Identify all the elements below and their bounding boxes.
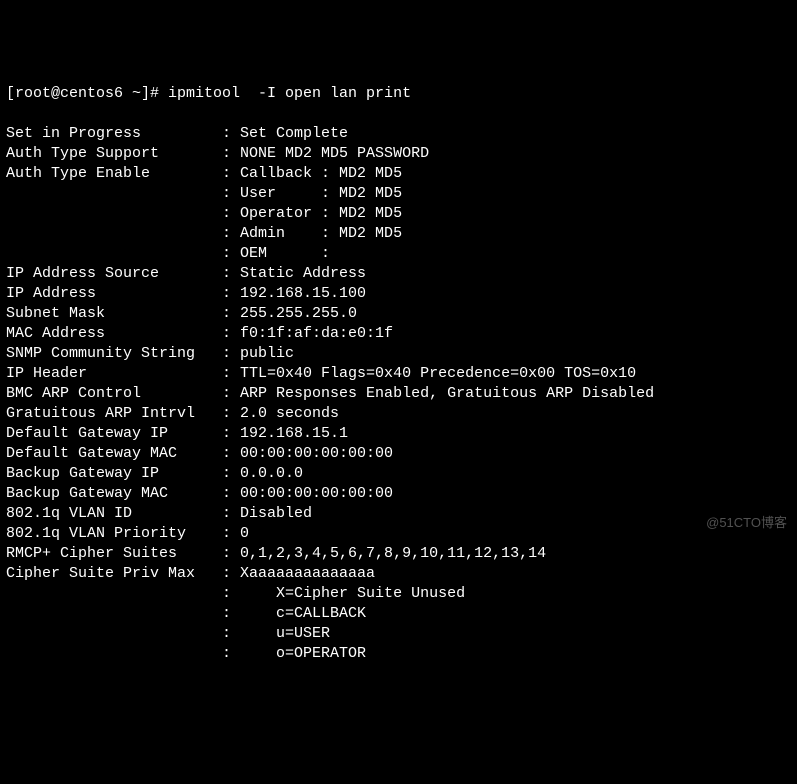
output-line: 802.1q VLAN Priority : 0 — [6, 524, 791, 544]
output-line: RMCP+ Cipher Suites : 0,1,2,3,4,5,6,7,8,… — [6, 544, 791, 564]
output-line: : X=Cipher Suite Unused — [6, 584, 791, 604]
output-lines: Set in Progress : Set CompleteAuth Type … — [6, 124, 791, 664]
output-line: Default Gateway IP : 192.168.15.1 — [6, 424, 791, 444]
output-line: BMC ARP Control : ARP Responses Enabled,… — [6, 384, 791, 404]
output-line: MAC Address : f0:1f:af:da:e0:1f — [6, 324, 791, 344]
output-line: : Operator : MD2 MD5 — [6, 204, 791, 224]
output-line: Backup Gateway MAC : 00:00:00:00:00:00 — [6, 484, 791, 504]
output-line: IP Address Source : Static Address — [6, 264, 791, 284]
output-line: SNMP Community String : public — [6, 344, 791, 364]
watermark-text: @51CTO博客 — [706, 513, 787, 533]
output-line: Subnet Mask : 255.255.255.0 — [6, 304, 791, 324]
output-line: Set in Progress : Set Complete — [6, 124, 791, 144]
output-line: 802.1q VLAN ID : Disabled — [6, 504, 791, 524]
command-prompt: [root@centos6 ~]# ipmitool -I open lan p… — [6, 84, 791, 104]
output-line: Auth Type Support : NONE MD2 MD5 PASSWOR… — [6, 144, 791, 164]
output-line: : o=OPERATOR — [6, 644, 791, 664]
output-line: : Admin : MD2 MD5 — [6, 224, 791, 244]
output-line: IP Address : 192.168.15.100 — [6, 284, 791, 304]
output-line: IP Header : TTL=0x40 Flags=0x40 Preceden… — [6, 364, 791, 384]
output-line: : OEM : — [6, 244, 791, 264]
output-line: : c=CALLBACK — [6, 604, 791, 624]
output-line: Backup Gateway IP : 0.0.0.0 — [6, 464, 791, 484]
output-line: Default Gateway MAC : 00:00:00:00:00:00 — [6, 444, 791, 464]
output-line: : User : MD2 MD5 — [6, 184, 791, 204]
output-line: Auth Type Enable : Callback : MD2 MD5 — [6, 164, 791, 184]
output-line: Gratuitous ARP Intrvl : 2.0 seconds — [6, 404, 791, 424]
output-line: : u=USER — [6, 624, 791, 644]
output-line: Cipher Suite Priv Max : Xaaaaaaaaaaaaaa — [6, 564, 791, 584]
